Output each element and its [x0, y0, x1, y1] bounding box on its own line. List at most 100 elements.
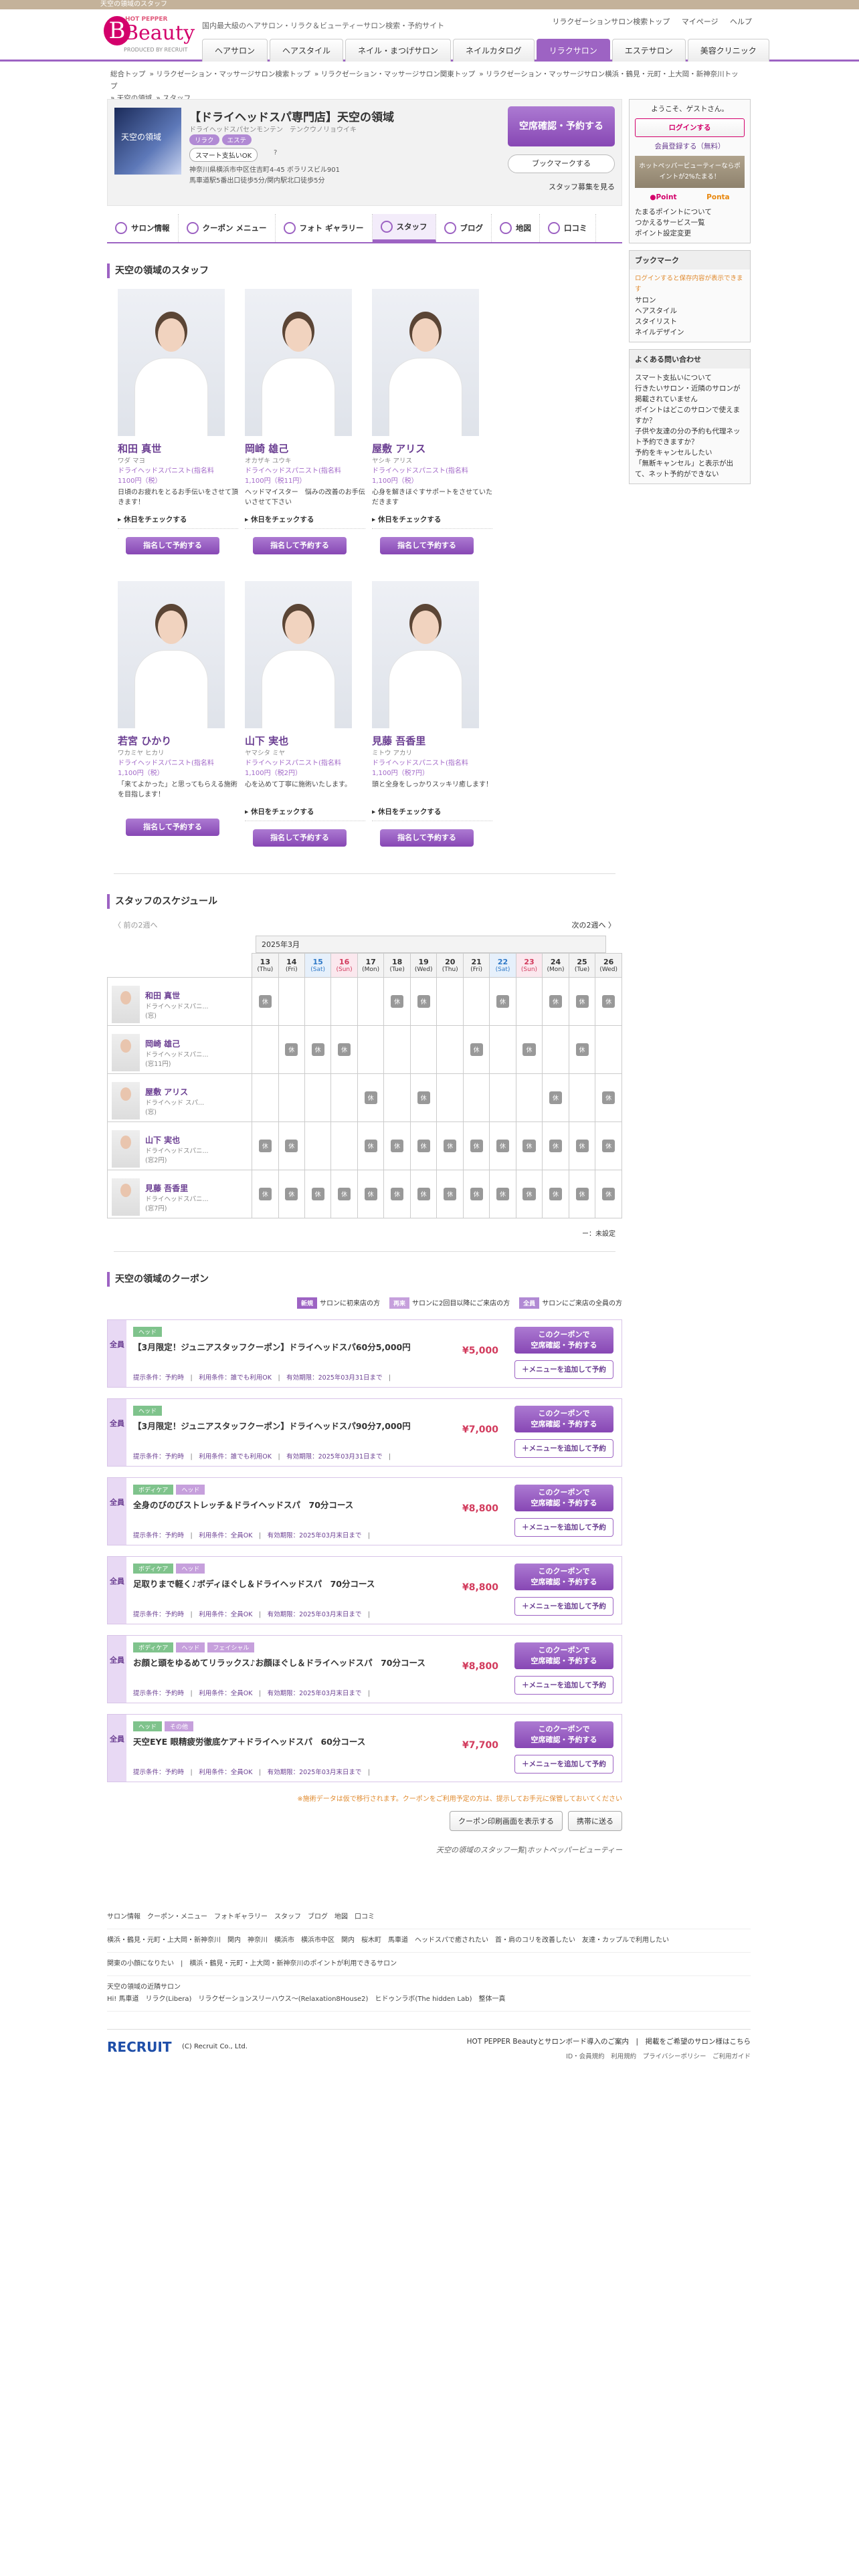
footer-link[interactable]: 友達・カップルで利用したい	[582, 1937, 669, 1944]
staff-name[interactable]: 岡崎 雄己	[245, 441, 365, 455]
nominate-reserve-button[interactable]: 指名して予約する	[380, 537, 474, 554]
nav-tab-esthe[interactable]: エステサロン	[611, 39, 686, 62]
print-coupon-button[interactable]: クーポン印刷画面を表示する	[450, 1811, 563, 1831]
recruit-link[interactable]: スタッフ募集を見る	[549, 181, 615, 192]
coupon-add-menu-button[interactable]: ＋メニューを追加して予約	[514, 1597, 613, 1616]
bookmark-item[interactable]: ネイルデザイン	[635, 327, 745, 338]
coupon-reserve-button[interactable]: このクーポンで 空席確認・予約する	[514, 1642, 613, 1669]
nav-tab-nail-salon[interactable]: ネイル・まつげサロン	[345, 39, 452, 62]
tab-salon-info[interactable]: サロン情報	[107, 214, 179, 242]
footer-link[interactable]: サロン情報	[107, 1913, 140, 1921]
tab-photo[interactable]: フォト ギャラリー	[276, 214, 373, 242]
faq-item[interactable]: ポイントはどこのサロンで使えますか？	[635, 405, 745, 426]
tab-staff[interactable]: スタッフ	[372, 214, 436, 242]
tab-review[interactable]: 口コミ	[540, 214, 596, 242]
tab-coupon[interactable]: クーポン メニュー	[179, 214, 276, 242]
footer-link[interactable]: ヘッドスパで癒されたい	[415, 1937, 488, 1944]
points-link[interactable]: ポイント設定変更	[635, 228, 745, 239]
faq-item[interactable]: 行きたいサロン・近隣のサロンが掲載されていません	[635, 383, 745, 405]
footer-link[interactable]: 関内	[227, 1937, 241, 1944]
coupon-add-menu-button[interactable]: ＋メニューを追加して予約	[514, 1439, 613, 1458]
send-to-mobile-button[interactable]: 携帯に送る	[568, 1811, 622, 1831]
points-link[interactable]: つかえるサービス一覧	[635, 217, 745, 228]
tab-blog[interactable]: ブログ	[436, 214, 492, 242]
policy-links[interactable]: ID・会員規約 利用規約 プライバシーポリシー ご利用ガイド	[566, 2051, 751, 2060]
staff-name[interactable]: 屋敷 アリス	[372, 441, 492, 455]
help-icon[interactable]: ?	[274, 149, 277, 156]
check-holiday-link[interactable]: ▸ 休日をチェックする	[245, 807, 365, 821]
coupon-reserve-button[interactable]: このクーポンで 空席確認・予約する	[514, 1564, 613, 1590]
faq-item[interactable]: スマート支払いについて	[635, 372, 745, 383]
nominate-reserve-button[interactable]: 指名して予約する	[253, 829, 347, 847]
staff-photo[interactable]	[372, 581, 479, 728]
check-holiday-link[interactable]: ▸ 休日をチェックする	[372, 514, 492, 529]
staff-name[interactable]: 若宮 ひかり	[118, 734, 238, 748]
footer-link[interactable]: 関内	[341, 1937, 355, 1944]
footer-link[interactable]: スタッフ	[274, 1913, 301, 1921]
footer-link[interactable]: 桜木町	[361, 1937, 381, 1944]
coupon-add-menu-button[interactable]: ＋メニューを追加して予約	[514, 1360, 613, 1379]
footer-link[interactable]: ブログ	[308, 1913, 328, 1921]
coupon-reserve-button[interactable]: このクーポンで 空席確認・予約する	[514, 1721, 613, 1748]
salon-board-links[interactable]: HOT PEPPER Beautyとサロンボード導入のご案内 | 掲載をご希望の…	[467, 2036, 751, 2046]
footer-link[interactable]: フォトギャラリー	[214, 1913, 268, 1921]
coupon-reserve-button[interactable]: このクーポンで 空席確認・予約する	[514, 1327, 613, 1354]
staff-photo[interactable]	[245, 289, 352, 436]
nav-tab-hair[interactable]: ヘアサロン	[202, 39, 268, 62]
footer-link[interactable]: 神奈川	[248, 1937, 268, 1944]
nearby-salons[interactable]: Hi! 馬車道 リラク(Libera) リラクゼーションスリーハウス〜(Rela…	[107, 1994, 751, 2006]
top-link-relax-search[interactable]: リラクゼーションサロン検索トップ	[552, 17, 670, 26]
breadcrumb-item[interactable]: 総合トップ	[110, 70, 146, 78]
next-weeks-link[interactable]: 次の2週へ 〉	[572, 920, 616, 930]
nominate-reserve-button[interactable]: 指名して予約する	[253, 537, 347, 554]
footer-link[interactable]: 地図	[335, 1913, 348, 1921]
footer-link[interactable]: 横浜市	[274, 1937, 294, 1944]
footer-link[interactable]: 横浜市中区	[301, 1937, 335, 1944]
nav-tab-hairstyle[interactable]: ヘアスタイル	[270, 39, 344, 62]
staff-photo[interactable]	[372, 289, 479, 436]
coupon-reserve-button[interactable]: このクーポンで 空席確認・予約する	[514, 1406, 613, 1432]
points-banner[interactable]: ホットペッパービューティーならポイントが2%たまる！	[635, 156, 745, 188]
bookmark-item[interactable]: ヘアスタイル	[635, 306, 745, 316]
register-link[interactable]: 会員登録する（無料）	[635, 141, 745, 152]
footer-link[interactable]: 横浜・鶴見・元町・上大岡・新神奈川	[107, 1937, 221, 1944]
nominate-reserve-button[interactable]: 指名して予約する	[380, 829, 474, 847]
footer-link[interactable]: 口コミ	[355, 1913, 375, 1921]
breadcrumb-item[interactable]: リラクゼーション・マッサージサロン関東トップ	[321, 70, 476, 78]
login-button[interactable]: ログインする	[635, 118, 745, 137]
top-link-mypage[interactable]: マイページ	[682, 17, 719, 26]
coupon-add-menu-button[interactable]: ＋メニューを追加して予約	[514, 1676, 613, 1695]
top-link-help[interactable]: ヘルプ	[730, 17, 752, 26]
nominate-reserve-button[interactable]: 指名して予約する	[126, 819, 219, 836]
nav-tab-clinic[interactable]: 美容クリニック	[687, 39, 769, 62]
staff-name[interactable]: 山下 実也	[245, 734, 365, 748]
bookmark-button[interactable]: ブックマークする	[508, 154, 615, 173]
breadcrumb-item[interactable]: リラクゼーション・マッサージサロン検索トップ	[156, 70, 310, 78]
staff-name[interactable]: 見藤 吾香里	[372, 734, 492, 748]
footer-link[interactable]: 馬車道	[388, 1937, 408, 1944]
footer-link[interactable]: クーポン・メニュー	[147, 1913, 207, 1921]
check-holiday-link[interactable]: ▸ 休日をチェックする	[245, 514, 365, 529]
faq-item[interactable]: 予約をキャンセルしたい	[635, 447, 745, 458]
staff-photo[interactable]	[118, 581, 225, 728]
points-link[interactable]: たまるポイントについて	[635, 207, 745, 217]
nominate-reserve-button[interactable]: 指名して予約する	[126, 537, 219, 554]
check-holiday-link[interactable]: ▸ 休日をチェックする	[372, 807, 492, 821]
recruit-logo[interactable]: RECRUIT	[107, 2039, 171, 2055]
bookmark-item[interactable]: サロン	[635, 295, 745, 306]
coupon-reserve-button[interactable]: このクーポンで 空席確認・予約する	[514, 1485, 613, 1511]
faq-item[interactable]: 「無断キャンセル」と表示が出て、ネット予約ができない	[635, 458, 745, 479]
reserve-button[interactable]: 空席確認・予約する	[508, 106, 615, 146]
footer-link[interactable]: 首・肩のコリを改善したい	[495, 1937, 575, 1944]
bookmark-item[interactable]: スタイリスト	[635, 316, 745, 327]
nav-tab-nail-catalog[interactable]: ネイルカタログ	[453, 39, 535, 62]
staff-photo[interactable]	[118, 289, 225, 436]
nav-tab-relax[interactable]: リラクサロン	[536, 39, 610, 62]
staff-name[interactable]: 和田 真世	[118, 441, 238, 455]
footer-row-features[interactable]: 関東の小顔になりたい | 横浜・鶴見・元町・上大岡・新神奈川のポイントが利用でき…	[107, 1953, 751, 1976]
staff-photo[interactable]	[245, 581, 352, 728]
coupon-add-menu-button[interactable]: ＋メニューを追加して予約	[514, 1518, 613, 1537]
coupon-add-menu-button[interactable]: ＋メニューを追加して予約	[514, 1755, 613, 1774]
check-holiday-link[interactable]: ▸ 休日をチェックする	[118, 514, 238, 529]
tab-map[interactable]: 地図	[492, 214, 541, 242]
